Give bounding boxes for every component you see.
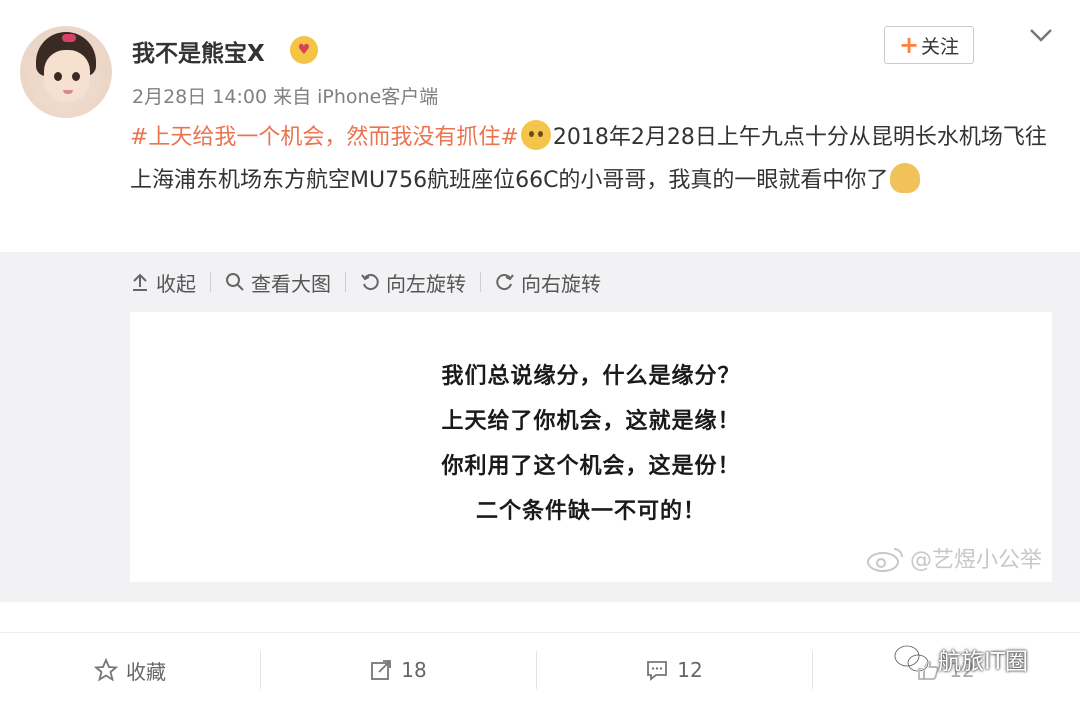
image-text-line: 二个条件缺一不可的！ <box>475 499 706 524</box>
rotate-left-button[interactable]: 向左旋转 <box>360 268 466 297</box>
wechat-logo-icon <box>893 644 930 673</box>
star-icon <box>94 658 118 682</box>
view-large-button[interactable]: 查看大图 <box>225 268 331 297</box>
rotate-right-button[interactable]: 向右旋转 <box>495 268 601 297</box>
collapse-label: 收起 <box>156 271 196 296</box>
rotate-left-label: 向左旋转 <box>386 271 466 296</box>
follow-button[interactable]: + 关注 <box>884 26 974 64</box>
pray-icon <box>890 163 921 193</box>
post-text: #上天给我一个机会，然而我没有抓住# 2018年2月28日上午九点十分从昆明长水机… <box>130 116 1050 202</box>
favorite-button[interactable]: 收藏 <box>0 653 260 687</box>
image-watermark: @艺煜小公举 <box>866 542 1042 574</box>
post-image[interactable]: 我们总说缘分，什么是缘分？ 上天给了你机会，这就是缘！ 你利用了这个机会，这是份… <box>130 312 1052 582</box>
chevron-down-icon[interactable] <box>1028 24 1054 46</box>
brand-label: 航旅IT圈 <box>938 649 1028 675</box>
media-toolbar: 收起 查看大图 向左旋转 向右旋转 <box>130 264 601 300</box>
worried-face-icon <box>520 120 551 150</box>
follow-label: 关注 <box>921 35 960 58</box>
favorite-label: 收藏 <box>126 659 166 684</box>
comment-count: 12 <box>677 658 703 682</box>
watermark-text: @艺煜小公举 <box>909 548 1042 573</box>
footer-gap <box>0 602 1080 632</box>
comment-button[interactable]: 12 <box>536 653 812 687</box>
comment-icon <box>647 661 668 681</box>
crown-face-icon: ♥ <box>290 36 318 64</box>
avatar[interactable] <box>20 26 112 118</box>
post-meta: 2月28日 14:00 来自 iPhone客户端 <box>132 86 439 108</box>
rotate-right-label: 向右旋转 <box>521 271 601 296</box>
share-icon <box>371 660 392 680</box>
plus-icon: + <box>898 31 920 59</box>
rotate-right-icon <box>496 274 514 291</box>
collapse-icon <box>133 273 147 291</box>
repost-button[interactable]: 18 <box>260 653 536 687</box>
view-large-label: 查看大图 <box>251 271 331 296</box>
toolbar-divider <box>480 272 481 292</box>
rotate-left-icon <box>361 274 379 291</box>
username[interactable]: 我不是熊宝X <box>132 34 265 68</box>
post-header: 我不是熊宝X ♥ 2月28日 14:00 来自 iPhone客户端 + 关注 #… <box>0 0 1080 250</box>
hashtag-link[interactable]: #上天给我一个机会，然而我没有抓住# <box>130 125 519 150</box>
toolbar-divider <box>345 272 346 292</box>
weibo-logo-icon <box>866 548 903 572</box>
image-text-line: 上天给了你机会，这就是缘！ <box>441 409 741 434</box>
search-icon <box>226 273 244 291</box>
collapse-button[interactable]: 收起 <box>130 268 196 297</box>
image-text-line: 你利用了这个机会，这是份！ <box>441 454 741 479</box>
repost-count: 18 <box>401 658 427 682</box>
image-text-line: 我们总说缘分，什么是缘分？ <box>441 364 741 389</box>
toolbar-divider <box>210 272 211 292</box>
brand-watermark: 航旅IT圈 <box>892 642 1028 676</box>
